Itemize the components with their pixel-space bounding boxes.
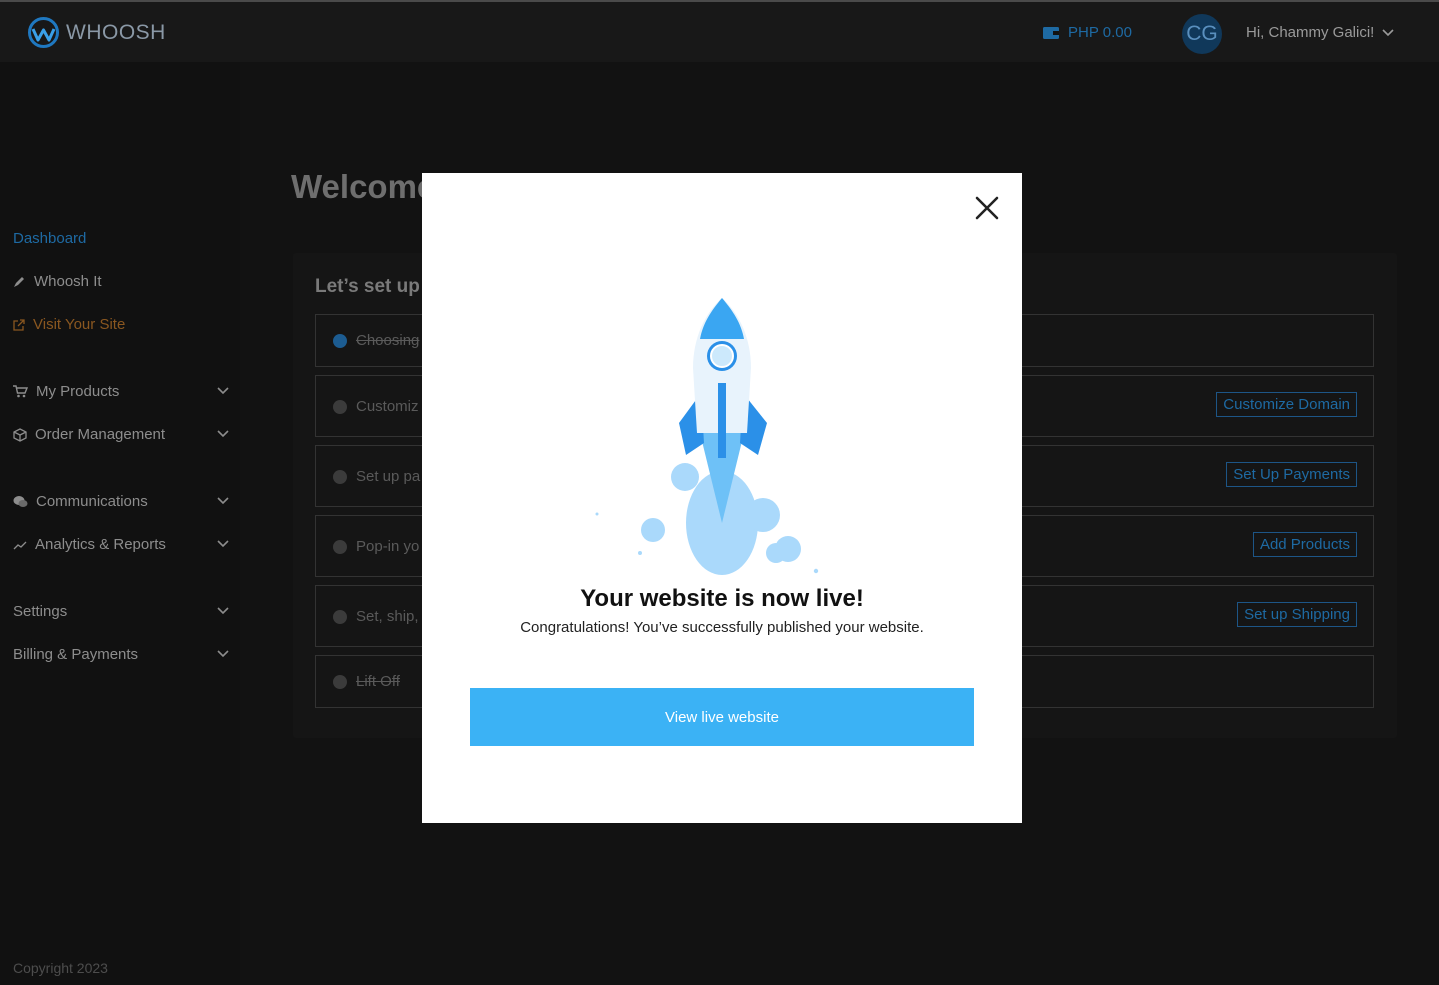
success-modal: Your website is now live! Congratulation… bbox=[422, 173, 1022, 823]
close-icon[interactable] bbox=[974, 195, 1000, 221]
modal-title: Your website is now live! bbox=[580, 585, 864, 612]
view-live-website-button[interactable]: View live website bbox=[470, 688, 974, 746]
rocket-illustration bbox=[595, 298, 819, 575]
modal-subtitle: Congratulations! You’ve successfully pub… bbox=[520, 619, 924, 636]
